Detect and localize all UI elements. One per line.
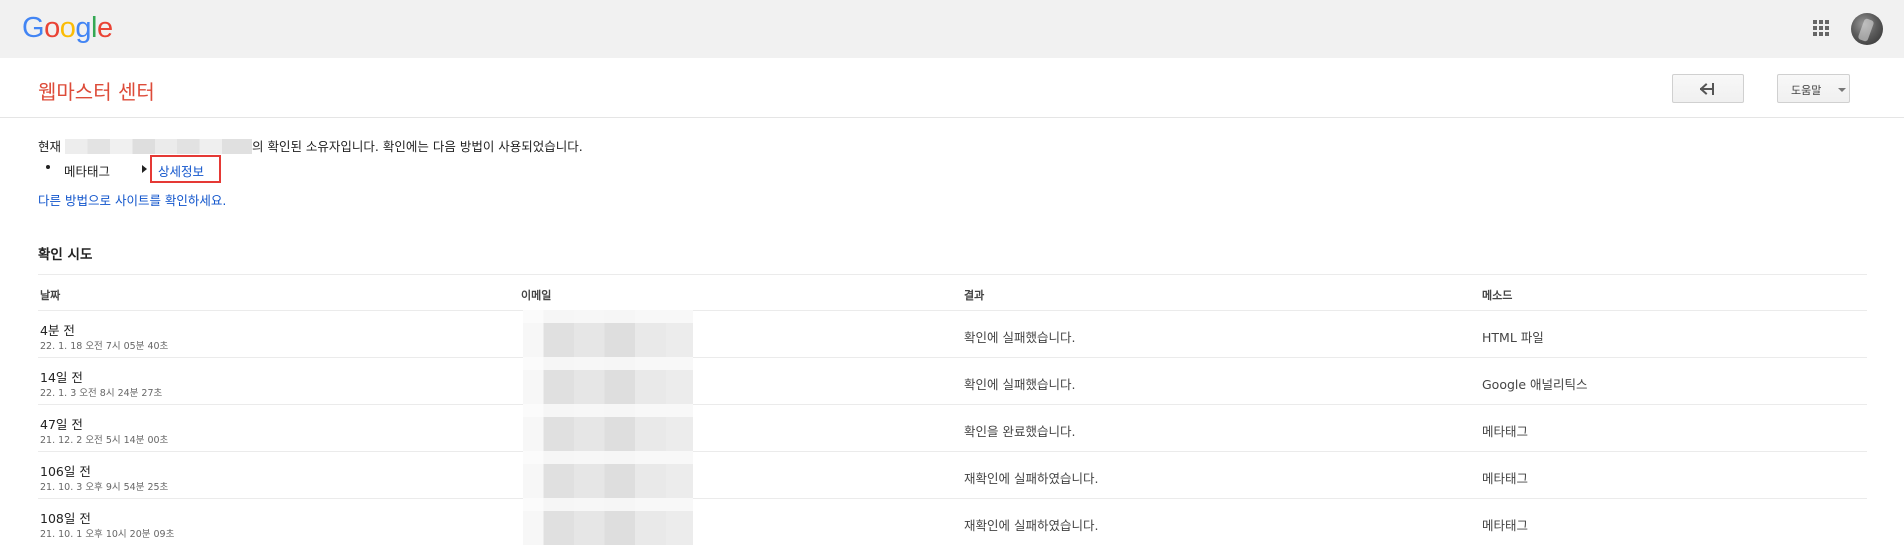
column-header-date: 날짜 [40,289,61,302]
table-row: 108일 전 21. 10. 1 오후 10시 20분 09초 재확인에 실패하… [38,498,1867,546]
back-arrow-icon [1700,83,1714,95]
date-relative: 108일 전 [40,511,91,526]
date-relative: 106일 전 [40,464,91,479]
redacted-email [523,404,693,451]
date-relative: 47일 전 [40,417,83,432]
table-row: 106일 전 21. 10. 3 오후 9시 54분 25초 재확인에 실패하였… [38,451,1867,499]
help-button[interactable]: 도움말 [1777,74,1850,103]
chevron-down-icon [1838,88,1846,92]
result-cell: 확인에 실패했습니다. [964,330,1076,345]
date-absolute: 21. 12. 2 오전 5시 14분 00초 [40,435,169,446]
page-header: 웹마스터 센터 도움말 [0,58,1904,118]
date-relative: 4분 전 [40,323,75,338]
column-header-email: 이메일 [521,289,552,302]
redacted-email [523,310,693,357]
redacted-email [523,498,693,545]
ownership-prefix: 현재 [38,139,65,154]
date-absolute: 22. 1. 3 오전 8시 24분 27초 [40,388,163,399]
column-header-method: 메소드 [1482,289,1513,302]
google-logo[interactable]: Google [22,12,113,45]
date-absolute: 21. 10. 3 오후 9시 54분 25초 [40,482,169,493]
expand-triangle-icon[interactable] [142,165,147,173]
method-cell: Google 애널리틱스 [1482,377,1588,392]
method-cell: HTML 파일 [1482,330,1544,345]
date-relative: 14일 전 [40,370,83,385]
page-title: 웹마스터 센터 [38,80,155,104]
table-row: 47일 전 21. 12. 2 오전 5시 14분 00초 확인을 완료했습니다… [38,404,1867,452]
method-cell: 메타태그 [1482,518,1529,533]
redacted-site-url [64,139,252,154]
redacted-email [523,451,693,498]
date-absolute: 22. 1. 18 오전 7시 05분 40초 [40,341,169,352]
date-absolute: 21. 10. 1 오후 10시 20분 09초 [40,529,175,540]
result-cell: 재확인에 실패하였습니다. [964,471,1099,486]
ownership-suffix: 의 확인된 소유자입니다. 확인에는 다음 방법이 사용되었습니다. [251,139,583,154]
top-bar: Google [0,0,1904,58]
redacted-email [523,357,693,404]
help-button-label: 도움말 [1791,84,1822,97]
method-cell: 메타태그 [1482,471,1529,486]
result-cell: 확인에 실패했습니다. [964,377,1076,392]
section-title-attempts: 확인 시도 [38,247,93,263]
verify-other-method-link[interactable]: 다른 방법으로 사이트를 확인하세요. [38,190,226,209]
back-button[interactable] [1672,74,1744,103]
table-row: 14일 전 22. 1. 3 오전 8시 24분 27초 확인에 실패했습니다.… [38,357,1867,405]
result-cell: 재확인에 실패하였습니다. [964,518,1099,533]
user-avatar[interactable] [1851,13,1883,45]
table-row: 4분 전 22. 1. 18 오전 7시 05분 40초 확인에 실패했습니다.… [38,310,1867,358]
method-cell: 메타태그 [1482,424,1529,439]
result-cell: 확인을 완료했습니다. [964,424,1076,439]
column-header-result: 결과 [964,289,985,302]
table-header: 날짜 이메일 결과 메소드 [38,274,1867,311]
apps-grid-icon[interactable] [1813,20,1830,37]
ownership-statement: 현재 의 확인된 소유자입니다. 확인에는 다음 방법이 사용되었습니다. [38,136,583,155]
verified-method-name: 메타태그 [64,164,111,179]
bullet-icon [46,165,50,169]
details-link[interactable]: 상세정보 [150,155,221,183]
